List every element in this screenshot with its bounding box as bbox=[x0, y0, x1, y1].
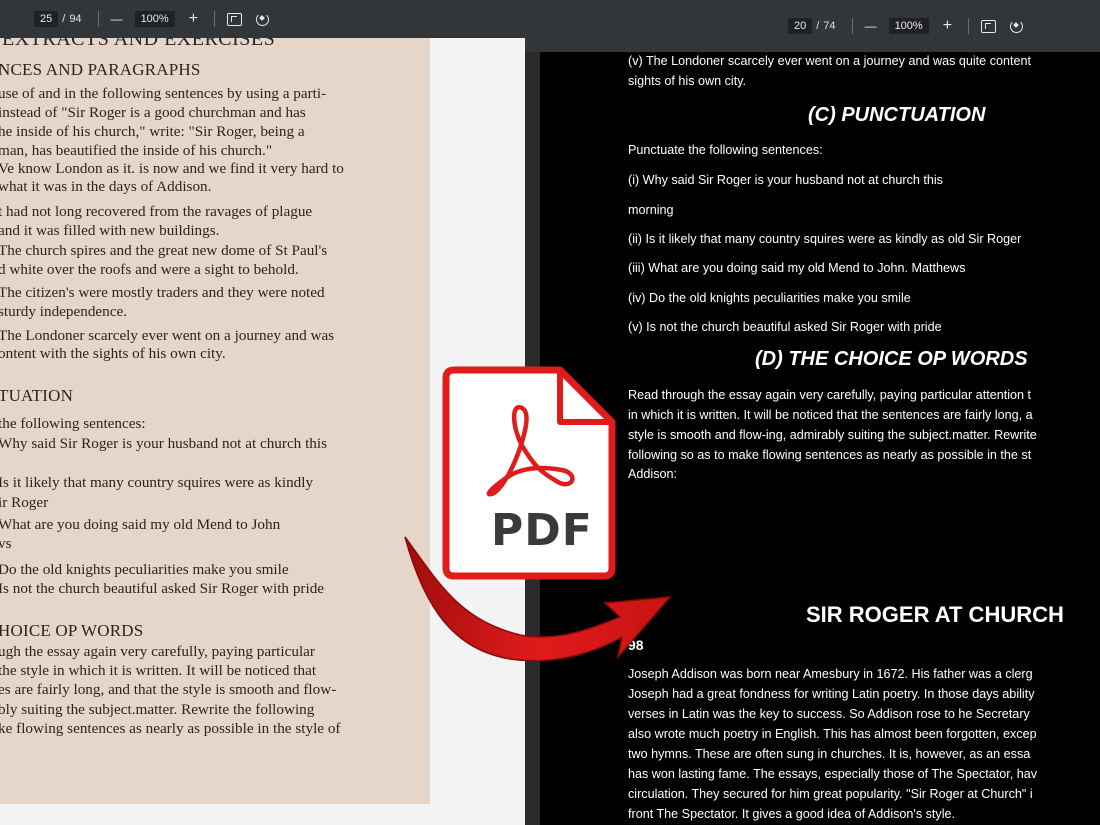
text-line: Why said Sir Roger is your husband not a… bbox=[0, 435, 328, 452]
text-line: Ve know London as it. is now and we find… bbox=[0, 160, 344, 177]
fit-page-icon[interactable] bbox=[981, 19, 997, 33]
left-page-number-input[interactable]: 25 bbox=[34, 11, 59, 27]
text-line: instead of "Sir Roger is a good churchma… bbox=[0, 104, 306, 121]
toolbar-divider bbox=[851, 18, 853, 34]
right-zoom-out-button[interactable]: — bbox=[865, 18, 877, 34]
text-line: circulation. They secured for him great … bbox=[628, 787, 1033, 801]
text-line: t had not long recovered from the ravage… bbox=[0, 203, 313, 220]
list-item: morning bbox=[628, 203, 674, 217]
heading-choice-of-words: (D) THE CHOICE OP WORDS bbox=[755, 348, 1028, 370]
text-line: (v) The Londoner scarcely ever went on a… bbox=[628, 54, 1031, 68]
left-zoom-in-button[interactable]: + bbox=[189, 11, 198, 27]
text-line: es are fairly long, and that the style i… bbox=[0, 681, 337, 698]
text-line: Read through the essay again very carefu… bbox=[628, 388, 1031, 402]
text-line: following so as to make flowing sentence… bbox=[628, 448, 1032, 462]
scanned-page: EXTRACTS AND EXERCISES NCES AND PARAGRAP… bbox=[0, 38, 430, 804]
text-line: Joseph Addison was born near Amesbury in… bbox=[628, 667, 1033, 681]
section-heading: NCES AND PARAGRAPHS bbox=[0, 60, 201, 79]
right-zoom-level-input[interactable]: 100% bbox=[888, 18, 929, 34]
heading-sir-roger-at-church: SIR ROGER AT CHURCH bbox=[806, 602, 1064, 627]
text-line: The Londoner scarcely ever went on a jou… bbox=[0, 327, 335, 344]
text-line: Punctuate the following sentences: bbox=[628, 143, 823, 157]
text-line: The citizen's were mostly traders and th… bbox=[0, 284, 325, 301]
text-line: he inside of his church," write: "Sir Ro… bbox=[0, 123, 305, 140]
text-line: use of and in the following sentences by… bbox=[0, 85, 327, 102]
text-line: ontent with the sights of his own city. bbox=[0, 345, 226, 362]
list-item: (v) Is not the church beautiful asked Si… bbox=[628, 320, 942, 334]
section-heading: HOICE OP WORDS bbox=[0, 621, 144, 640]
text-line: and it was filled with new buildings. bbox=[0, 222, 220, 239]
text-line: the following sentences: bbox=[0, 415, 146, 432]
pdf-label-text: PDF bbox=[491, 505, 593, 556]
left-zoom-level-input[interactable]: 100% bbox=[134, 11, 175, 27]
text-line: front The Spectator. It gives a good ide… bbox=[628, 807, 956, 821]
text-line: ke flowing sentences as nearly as possib… bbox=[0, 720, 341, 737]
text-line: the style in which it is written. It wil… bbox=[0, 662, 317, 679]
text-line: d white over the roofs and were a sight … bbox=[0, 261, 299, 278]
toolbar-divider bbox=[968, 18, 970, 34]
page-title: EXTRACTS AND EXERCISES bbox=[2, 38, 276, 50]
text-line: two hymns. These are often sung in churc… bbox=[628, 747, 1031, 761]
right-viewer-toolbar: 20 / 74 — 100% + bbox=[525, 0, 1100, 52]
text-line: what it was in the days of Addison. bbox=[0, 178, 212, 195]
text-line: bly suiting the subject.matter. Rewrite … bbox=[0, 701, 315, 718]
text-line: The church spires and the great new dome… bbox=[0, 242, 328, 259]
left-page-separator: / bbox=[62, 13, 66, 25]
heading-punctuation: (C) PUNCTUATION bbox=[808, 104, 986, 126]
toolbar-divider bbox=[97, 11, 99, 27]
text-line: ir Roger bbox=[0, 494, 49, 511]
rotate-icon[interactable] bbox=[1010, 19, 1024, 33]
text-line: What are you doing said my old Mend to J… bbox=[0, 516, 281, 533]
right-page-separator: / bbox=[816, 20, 820, 32]
text-line: style is smooth and flow-ing, admirably … bbox=[628, 428, 1037, 442]
text-line: sights of his own city. bbox=[628, 74, 747, 88]
text-line: in which it is written. It will be notic… bbox=[628, 408, 1033, 422]
list-item: (i) Why said Sir Roger is your husband n… bbox=[628, 173, 943, 187]
left-zoom-out-button[interactable]: — bbox=[111, 11, 123, 27]
toolbar-divider bbox=[214, 11, 216, 27]
fit-page-icon[interactable] bbox=[227, 12, 243, 26]
text-line: Is not the church beautiful asked Sir Ro… bbox=[0, 580, 325, 597]
right-zoom-in-button[interactable]: + bbox=[943, 18, 952, 34]
section-heading: TUATION bbox=[0, 386, 74, 405]
text-line: Do the old knights peculiarities make yo… bbox=[0, 561, 289, 578]
text-line: Addison: bbox=[628, 467, 678, 481]
right-page-number-input[interactable]: 20 bbox=[788, 18, 813, 34]
left-page-total: 94 bbox=[69, 13, 82, 25]
right-page-total: 74 bbox=[823, 20, 836, 32]
text-line: man, has beautified the inside of his ch… bbox=[0, 142, 273, 159]
text-line: has won lasting fame. The essays, especi… bbox=[628, 767, 1038, 781]
list-item: (iv) Do the old knights peculiarities ma… bbox=[628, 291, 911, 305]
text-line: verses in Latin was the key to success. … bbox=[628, 707, 1030, 721]
rotate-icon[interactable] bbox=[256, 12, 270, 26]
list-item: (iii) What are you doing said my old Men… bbox=[628, 261, 966, 275]
converted-page: (v) The Londoner scarcely ever went on a… bbox=[540, 52, 1100, 825]
text-line: Is it likely that many country squires w… bbox=[0, 474, 314, 491]
text-line: also wrote much poetry in English. This … bbox=[628, 727, 1037, 741]
left-viewer-toolbar: 25 / 94 — 100% + bbox=[0, 0, 525, 38]
text-line: Joseph had a great fondness for writing … bbox=[628, 687, 1035, 701]
list-item: (ii) Is it likely that many country squi… bbox=[628, 232, 1022, 246]
text-line: vs bbox=[0, 535, 12, 552]
text-line: sturdy independence. bbox=[0, 303, 128, 320]
text-line: ugh the essay again very carefully, payi… bbox=[0, 643, 315, 660]
